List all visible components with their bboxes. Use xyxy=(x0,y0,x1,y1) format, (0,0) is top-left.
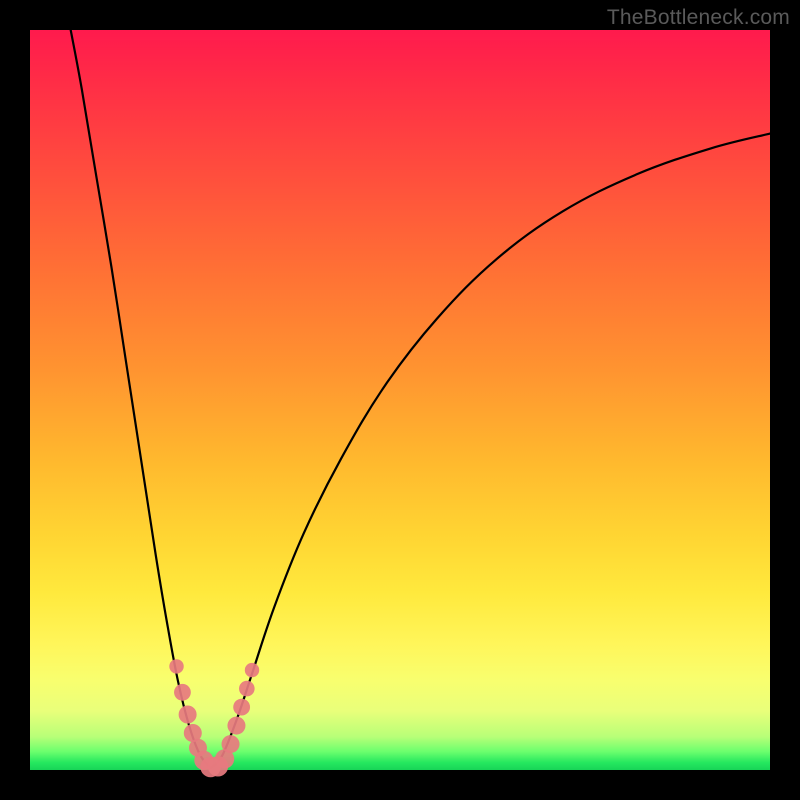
left-branch-curve xyxy=(71,30,212,768)
right-branch-curve xyxy=(211,134,770,768)
watermark-text: TheBottleneck.com xyxy=(607,6,790,30)
data-point-marker xyxy=(179,706,197,724)
data-point-marker xyxy=(222,735,240,753)
chart-frame: TheBottleneck.com xyxy=(0,0,800,800)
data-point-marker xyxy=(239,681,255,697)
data-point-marker xyxy=(245,663,259,677)
data-point-marker xyxy=(169,659,183,673)
curve-layer xyxy=(71,30,770,768)
chart-svg xyxy=(30,30,770,770)
marker-layer xyxy=(169,659,259,777)
data-point-marker xyxy=(233,699,250,716)
data-point-marker xyxy=(174,684,191,701)
plot-area xyxy=(30,30,770,770)
data-point-marker xyxy=(227,717,245,735)
